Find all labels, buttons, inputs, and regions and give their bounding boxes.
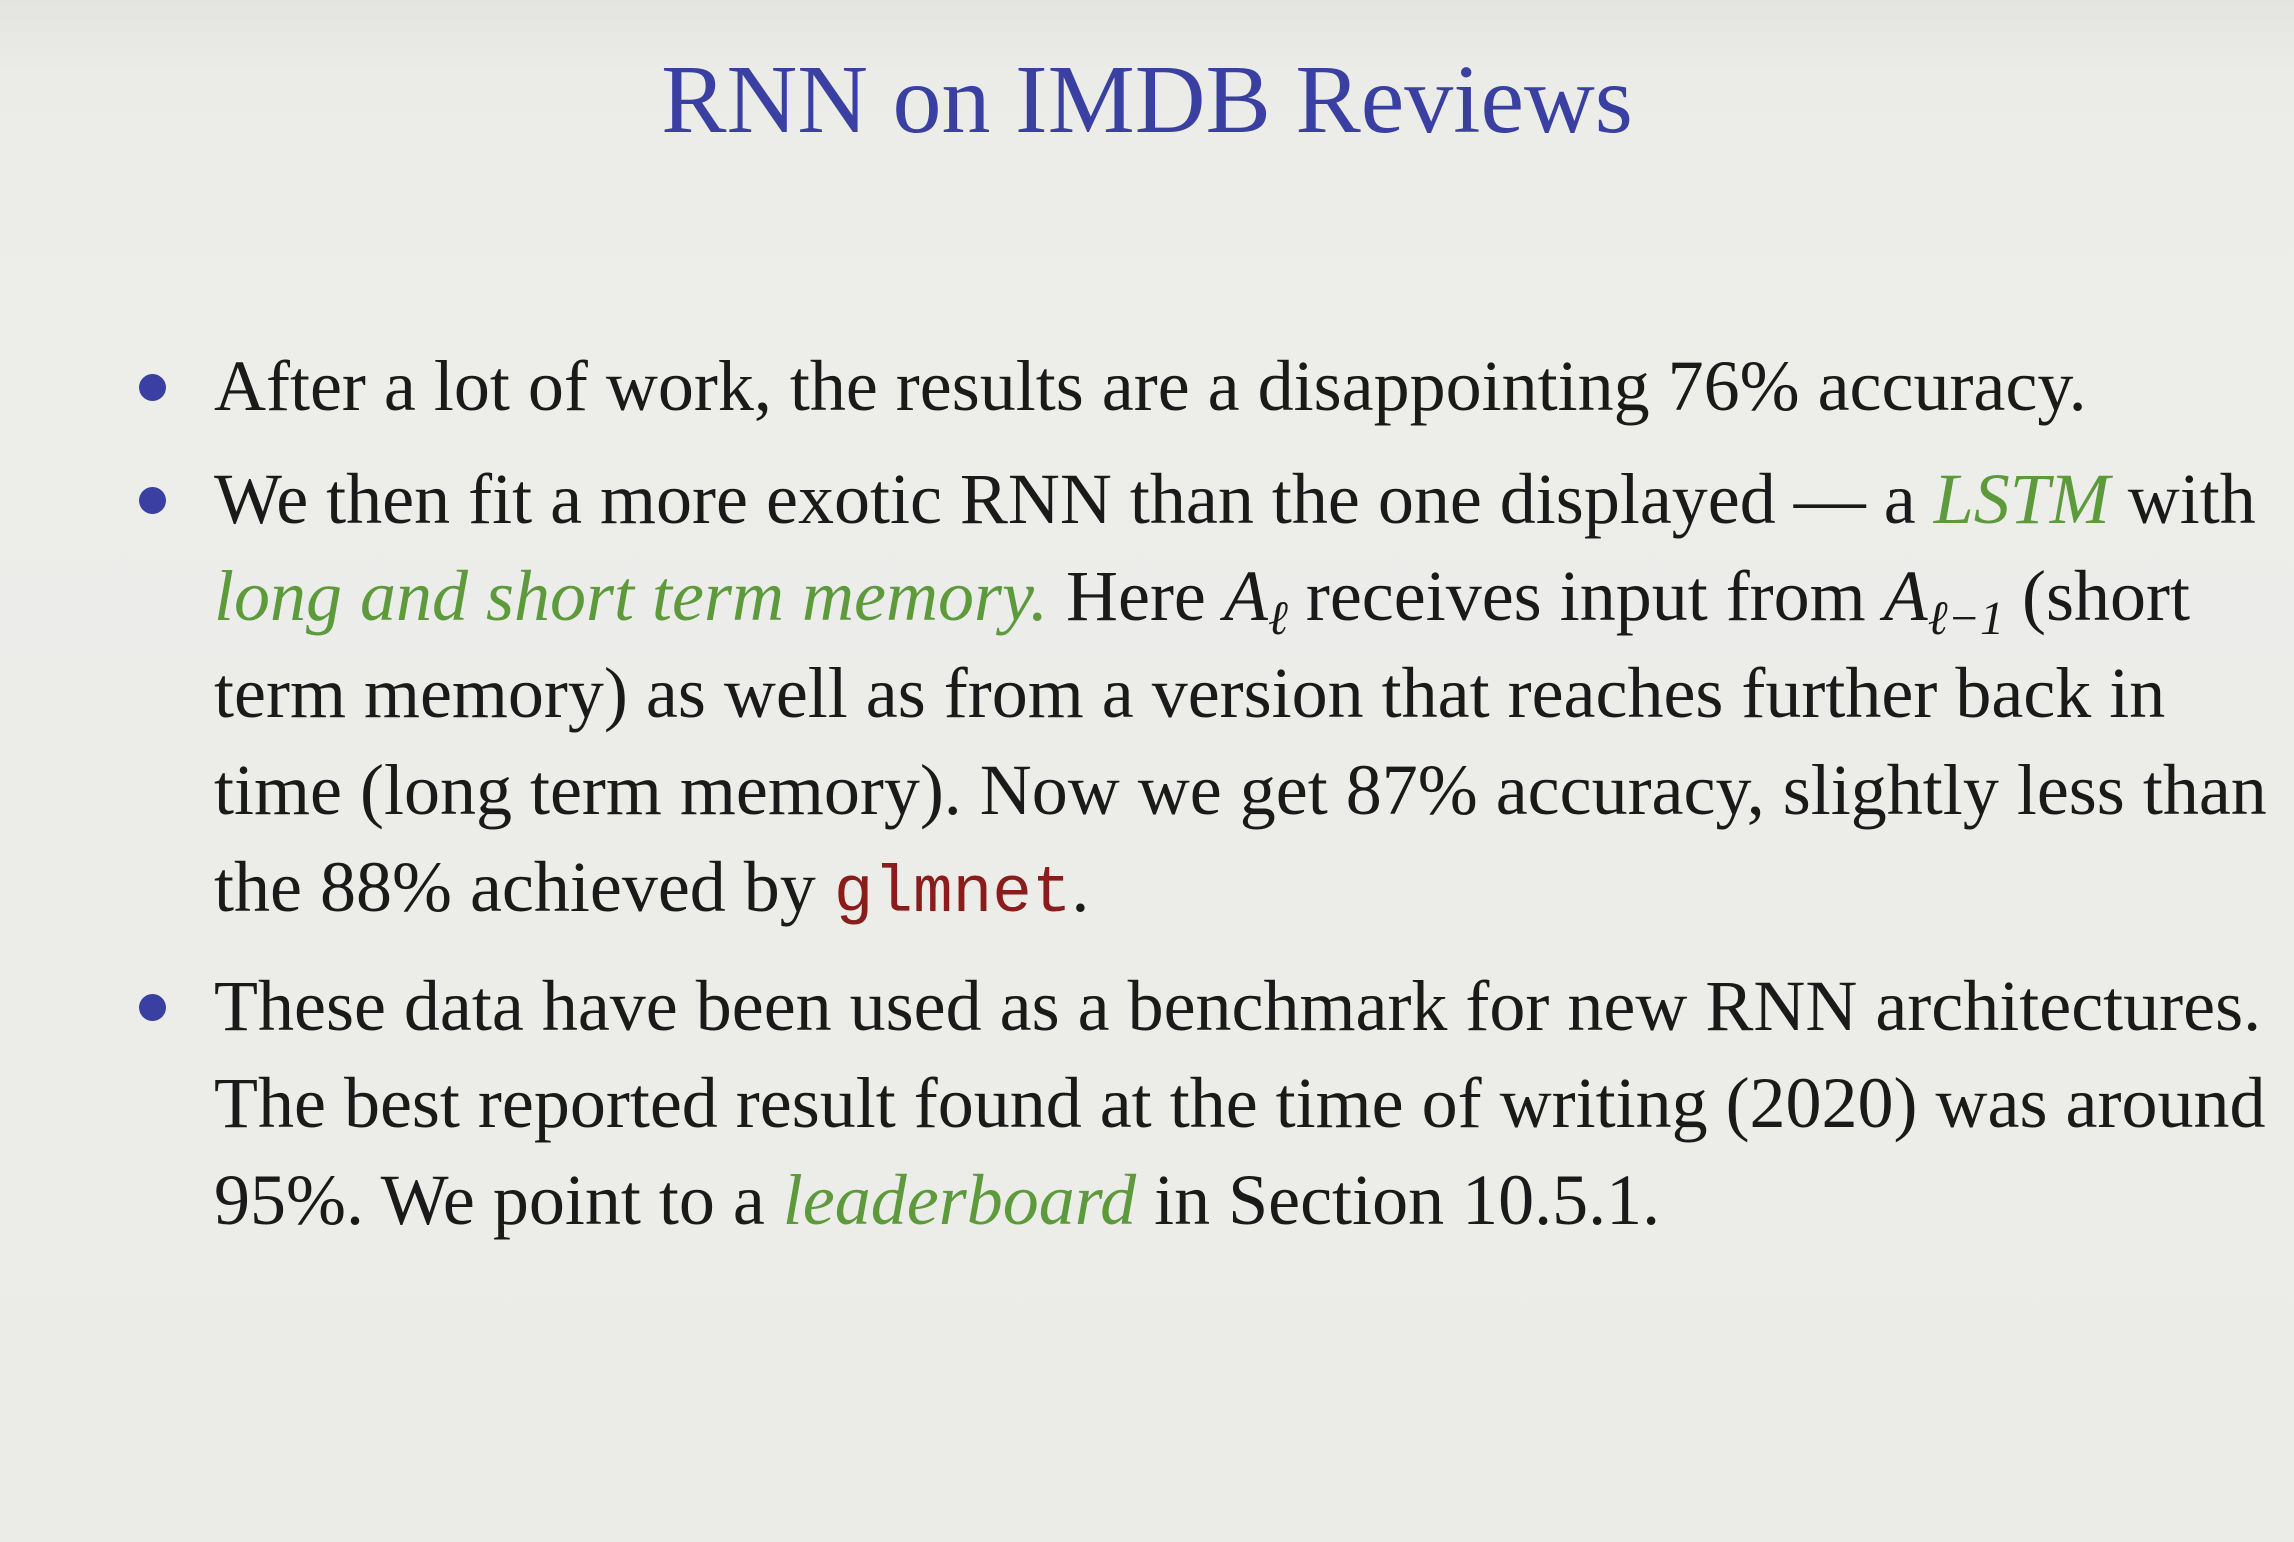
math-subscript-l: ℓ [1267, 592, 1288, 645]
bullet-text: with [2109, 459, 2256, 539]
bullet-text: After a lot of work, the results are a d… [214, 346, 2087, 426]
math-symbol-a: A [1883, 556, 1928, 636]
bullet-dot-icon [139, 487, 166, 514]
slide: RNN on IMDB Reviews After a lot of work,… [0, 0, 2294, 1542]
bullet-text: in Section 10.5.1. [1136, 1160, 1661, 1240]
bullet-dot-icon [139, 994, 166, 1021]
bullet-text: receives input from [1287, 556, 1884, 636]
memory-term: long and short term memory. [214, 556, 1048, 636]
bullet-item-1: After a lot of work, the results are a d… [139, 338, 2274, 435]
bullet-dot-icon [139, 374, 166, 401]
bullet-text: We then fit a more exotic RNN than the o… [214, 459, 1934, 539]
bullet-item-2: We then fit a more exotic RNN than the o… [139, 451, 2274, 942]
math-subscript-l-minus-1: ℓ−1 [1927, 592, 2005, 645]
bullet-item-3: These data have been used as a benchmark… [139, 958, 2274, 1249]
leaderboard-link[interactable]: leaderboard [783, 1160, 1136, 1240]
bullet-text: . [1071, 847, 1090, 927]
slide-title: RNN on IMDB Reviews [661, 46, 1633, 154]
bullet-list: After a lot of work, the results are a d… [139, 338, 2274, 1249]
code-glmnet: glmnet [833, 856, 1072, 931]
bullet-text: Here [1047, 556, 1224, 636]
math-symbol-a: A [1223, 556, 1268, 636]
lstm-term: LSTM [1933, 459, 2110, 539]
